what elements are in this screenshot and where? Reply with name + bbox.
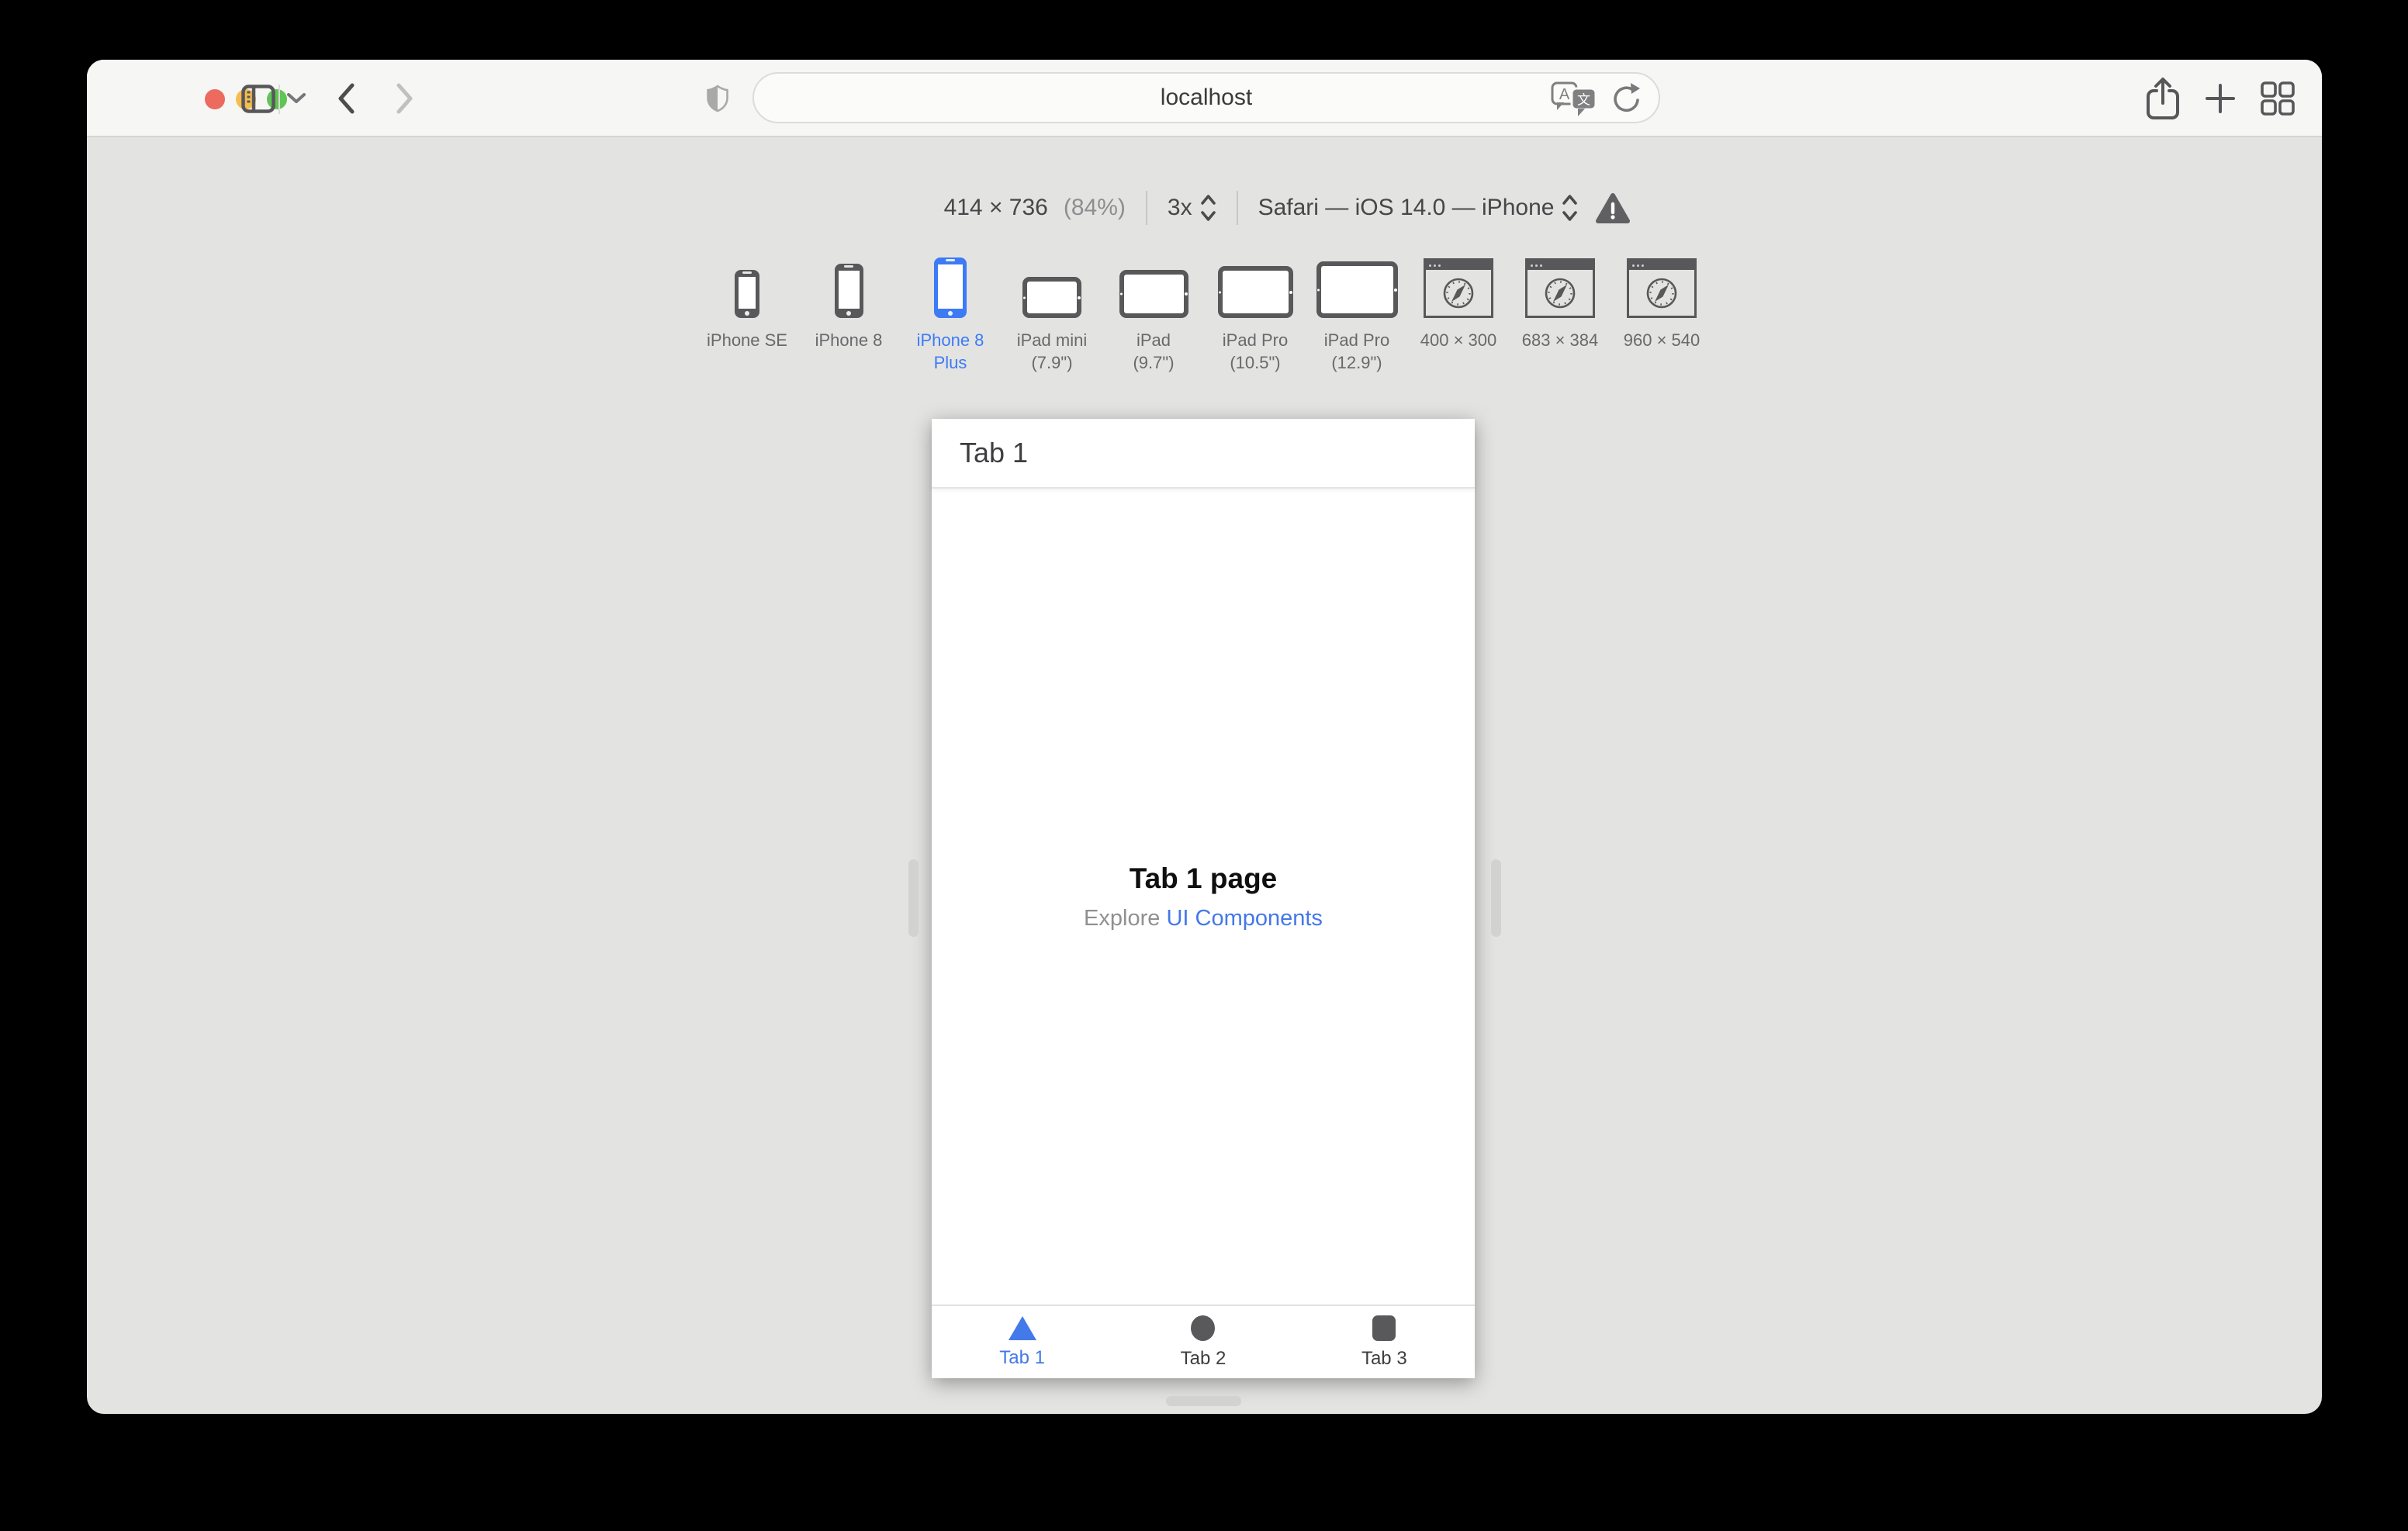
device-custom-683x384[interactable]: 683 × 384 — [1510, 253, 1611, 374]
forward-icon[interactable] — [391, 60, 419, 137]
svg-text:文: 文 — [1577, 93, 1590, 108]
browser-window-icon — [1627, 258, 1697, 318]
privacy-shield-icon[interactable] — [704, 60, 731, 137]
svg-text:A: A — [1559, 86, 1570, 103]
ipad-pro-10-icon — [1217, 266, 1293, 318]
tab-3[interactable]: Tab 3 — [1294, 1306, 1475, 1378]
user-agent-selector[interactable]: Safari — iOS 14.0 — iPhone — [1258, 193, 1579, 223]
device-ipad-pro-12[interactable]: iPad Pro (12.9") — [1306, 253, 1408, 374]
screen: localhost A 文 414 × 736 (84%) 3x Safari … — [0, 0, 2408, 1531]
toolbar-divider — [279, 85, 280, 114]
tab-2[interactable]: Tab 2 — [1112, 1306, 1293, 1378]
url-text: localhost — [1160, 85, 1253, 110]
safari-compass-icon — [1545, 278, 1576, 308]
page-nav-bar: Tab 1 — [932, 419, 1475, 489]
device-iphone-8[interactable]: iPhone 8 — [798, 253, 900, 374]
circle-icon — [1191, 1315, 1216, 1341]
browser-window-icon — [1525, 258, 1595, 318]
device-iphone-se[interactable]: iPhone SE — [697, 253, 798, 374]
device-ipad-pro-10[interactable]: iPad Pro (10.5") — [1205, 253, 1306, 374]
resize-handle-right[interactable] — [1491, 859, 1501, 937]
safari-compass-icon — [1646, 278, 1677, 308]
sidebar-toggle-icon[interactable] — [240, 60, 277, 137]
pixel-ratio-value: 3x — [1167, 195, 1192, 220]
resize-handle-bottom[interactable] — [1166, 1396, 1241, 1406]
close-window-button[interactable] — [205, 89, 225, 109]
nav-title: Tab 1 — [960, 437, 1029, 468]
safari-compass-icon — [1443, 278, 1474, 308]
back-icon[interactable] — [332, 60, 360, 137]
stepper-chevrons-icon — [1562, 195, 1578, 221]
ipad-icon — [1119, 270, 1188, 318]
chevron-down-icon[interactable] — [285, 60, 308, 137]
page-subtitle: Explore UI Components — [1084, 905, 1323, 931]
browser-toolbar: localhost A 文 — [87, 60, 2322, 137]
iphone-8-plus-icon — [934, 257, 967, 318]
translate-icon[interactable]: A 文 — [1550, 78, 1598, 118]
page-title: Tab 1 page — [1129, 862, 1278, 894]
safari-window: localhost A 文 414 × 736 (84%) 3x Safari … — [87, 60, 2322, 1414]
reload-icon[interactable] — [1611, 81, 1643, 115]
device-iphone-8-plus[interactable]: iPhone 8 Plus — [900, 253, 1002, 374]
triangle-icon — [1008, 1315, 1036, 1340]
tab-overview-icon[interactable] — [2260, 81, 2296, 116]
ui-components-link[interactable]: UI Components — [1166, 906, 1323, 931]
settings-divider — [1236, 191, 1238, 225]
ipad-mini-icon — [1022, 277, 1081, 318]
page-tab-bar: Tab 1 Tab 2 Tab 3 — [932, 1305, 1475, 1378]
share-icon[interactable] — [2145, 76, 2181, 121]
settings-divider — [1145, 191, 1147, 225]
resize-handle-left[interactable] — [908, 859, 919, 937]
viewport-size-label: 414 × 736 — [943, 195, 1048, 220]
tab-1[interactable]: Tab 1 — [932, 1306, 1112, 1378]
user-agent-value: Safari — iOS 14.0 — iPhone — [1258, 195, 1555, 220]
new-tab-icon[interactable] — [2204, 82, 2237, 115]
page-content: Tab 1 page Explore UI Components — [932, 489, 1475, 1305]
iphone-se-icon — [735, 270, 759, 318]
square-icon — [1372, 1315, 1396, 1341]
responsive-design-canvas: 414 × 736 (84%) 3x Safari — iOS 14.0 — i… — [87, 137, 2322, 1414]
pixel-ratio-stepper[interactable]: 3x — [1168, 193, 1216, 223]
iphone-8-icon — [834, 264, 863, 318]
device-selector-strip: iPhone SE iPhone 8 iPhone 8 Plus iPad min… — [87, 253, 2322, 374]
stepper-chevrons-icon — [1200, 195, 1216, 221]
zoom-percent-label: (84%) — [1063, 195, 1126, 220]
device-custom-960x540[interactable]: 960 × 540 — [1611, 253, 1713, 374]
ipad-pro-12-icon — [1316, 261, 1398, 318]
device-ipad-mini[interactable]: iPad mini (7.9") — [1002, 253, 1103, 374]
browser-window-icon — [1424, 258, 1493, 318]
device-custom-400x300[interactable]: 400 × 300 — [1408, 253, 1510, 374]
simulator-settings-bar: 414 × 736 (84%) 3x Safari — iOS 14.0 — i… — [170, 186, 2322, 230]
warning-icon[interactable] — [1595, 192, 1631, 224]
simulated-device-viewport: Tab 1 Tab 1 page Explore UI Components T… — [932, 419, 1475, 1378]
address-bar[interactable]: localhost A 文 — [752, 72, 1660, 123]
device-ipad[interactable]: iPad (9.7") — [1103, 253, 1205, 374]
